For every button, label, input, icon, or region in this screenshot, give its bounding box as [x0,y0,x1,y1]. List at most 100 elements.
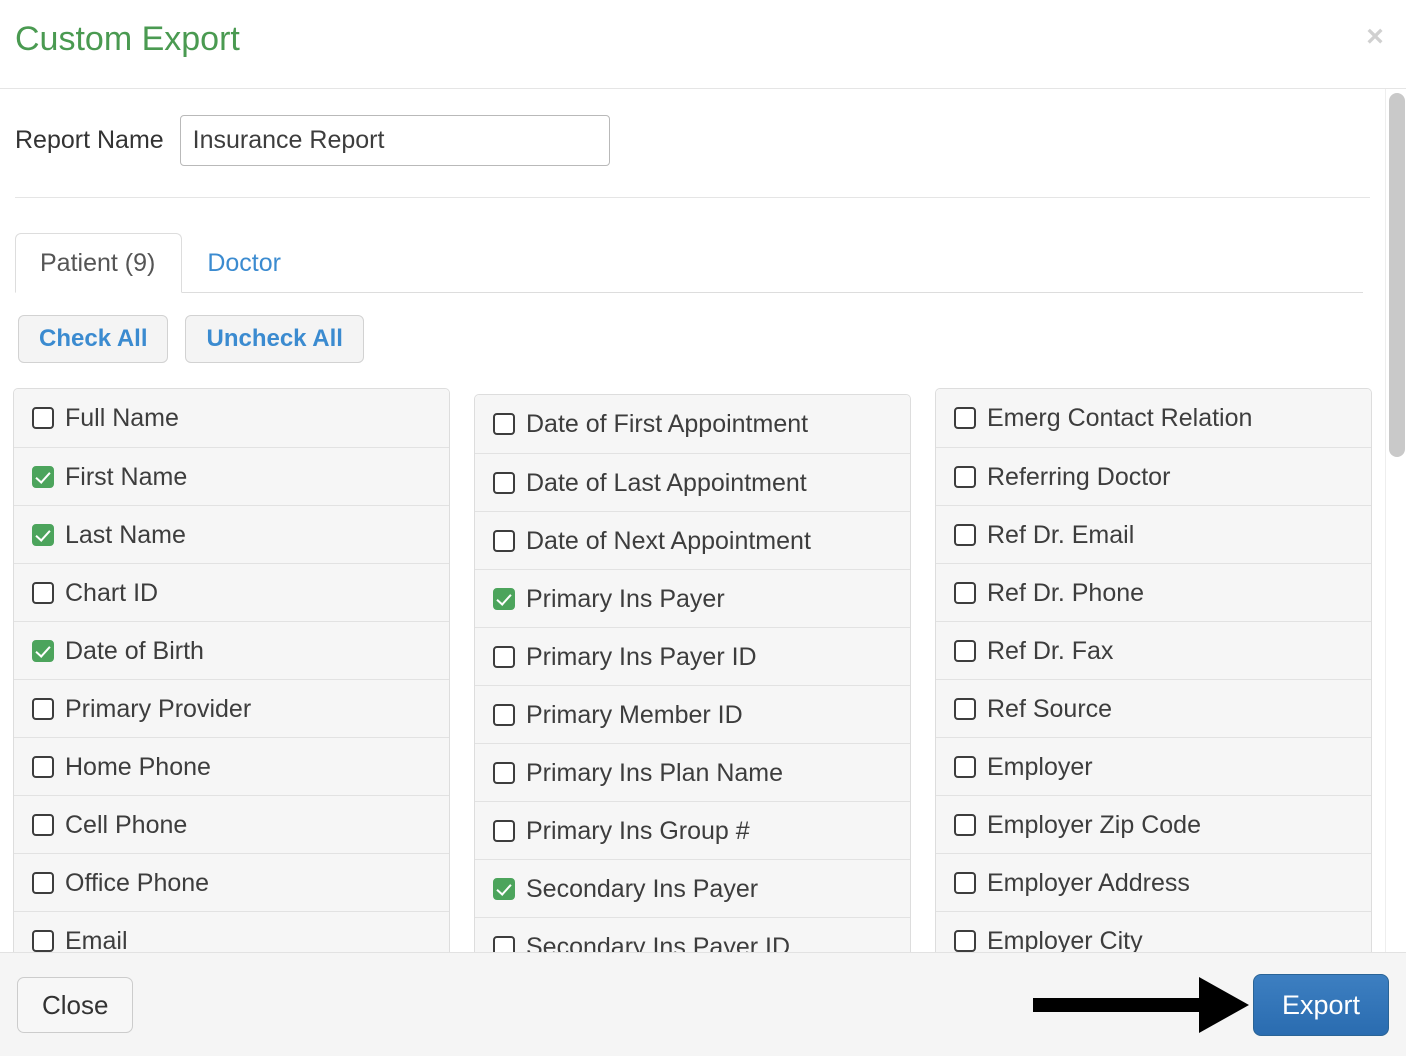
close-button[interactable]: Close [17,976,134,1033]
field-label: Secondary Ins Payer ID [526,932,791,953]
field-label: Secondary Ins Payer [526,874,759,903]
list-item[interactable]: Primary Ins Payer [475,569,910,627]
checkbox-icon[interactable] [493,645,515,668]
checkbox-icon[interactable] [493,761,515,784]
field-label: Employer Zip Code [987,810,1201,839]
field-list-1: Full Name First Name Last Name Chart ID … [13,388,450,952]
list-item[interactable]: Employer [936,737,1371,795]
field-column-3: Emerg Contact Relation Referring Doctor … [935,388,1372,952]
checkbox-icon[interactable] [32,871,54,894]
field-label: Ref Dr. Phone [987,578,1145,607]
list-item[interactable]: Cell Phone [14,795,449,853]
list-item[interactable]: Employer City [936,911,1371,952]
report-name-label: Report Name [15,126,164,154]
list-item[interactable]: Ref Dr. Email [936,505,1371,563]
tab-doctor[interactable]: Doctor [182,233,308,293]
list-item[interactable]: Ref Dr. Phone [936,563,1371,621]
checkbox-icon[interactable] [493,413,515,435]
checkbox-icon[interactable] [954,407,976,429]
checkbox-checked-icon[interactable] [32,523,54,546]
checkbox-icon[interactable] [32,581,54,604]
checkbox-icon[interactable] [493,471,515,494]
checkbox-icon[interactable] [32,697,54,720]
list-item[interactable]: Ref Source [936,679,1371,737]
checkbox-icon[interactable] [954,755,976,778]
checkbox-checked-icon[interactable] [493,877,515,900]
list-item[interactable]: Date of First Appointment [475,395,910,453]
list-item[interactable]: Primary Provider [14,679,449,737]
list-item[interactable]: Employer Address [936,853,1371,911]
checkbox-checked-icon[interactable] [493,587,515,610]
field-label: Primary Ins Group # [526,816,750,845]
checkbox-icon[interactable] [954,523,976,546]
list-item[interactable]: Primary Ins Payer ID [475,627,910,685]
arrow-annotation-icon [1032,976,1249,1033]
checkbox-icon[interactable] [32,755,54,778]
list-item[interactable]: Referring Doctor [936,447,1371,505]
field-label: Home Phone [65,752,211,781]
check-all-button[interactable]: Check All [18,315,169,363]
field-label: Date of Birth [65,636,204,665]
list-item[interactable]: Primary Ins Group # [475,801,910,859]
check-toggle-buttons: Check All Uncheck All [18,315,1385,363]
field-label: Primary Provider [65,694,252,723]
checkbox-icon[interactable] [493,935,515,952]
field-label: Ref Dr. Email [987,520,1135,549]
list-item[interactable]: Office Phone [14,853,449,911]
list-item[interactable]: Secondary Ins Payer [475,859,910,917]
close-icon[interactable]: × [1358,20,1392,54]
dialog-body: Report Name Patient (9) Doctor Check All… [0,89,1406,952]
checkbox-icon[interactable] [493,529,515,552]
checkbox-icon[interactable] [954,465,976,488]
checkbox-icon[interactable] [954,581,976,604]
export-button[interactable]: Export [1252,973,1389,1036]
field-label: Email [65,926,128,953]
checkbox-icon[interactable] [32,929,54,952]
checkbox-icon[interactable] [32,813,54,836]
uncheck-all-button[interactable]: Uncheck All [185,315,364,363]
checkbox-icon[interactable] [954,871,976,894]
checkbox-icon[interactable] [32,407,54,429]
scrollbar-thumb[interactable] [1389,93,1405,457]
vertical-scrollbar[interactable] [1385,89,1406,952]
list-item[interactable]: Last Name [14,505,449,563]
arrow-shaft [1032,997,1199,1012]
field-label: Ref Source [987,694,1113,723]
report-name-row: Report Name [0,89,1385,166]
checkbox-icon[interactable] [493,819,515,842]
list-item[interactable]: Email [14,911,449,952]
checkbox-icon[interactable] [954,639,976,662]
field-list-2: Date of First Appointment Date of Last A… [474,394,911,952]
field-label: Last Name [65,520,186,549]
field-column-2: Date of First Appointment Date of Last A… [474,394,911,952]
checkbox-icon[interactable] [954,697,976,720]
list-item[interactable]: Secondary Ins Payer ID [475,917,910,952]
list-item[interactable]: Date of Last Appointment [475,453,910,511]
list-item[interactable]: First Name [14,447,449,505]
field-list-3: Emerg Contact Relation Referring Doctor … [935,388,1372,952]
list-item[interactable]: Full Name [14,389,449,447]
list-item[interactable]: Chart ID [14,563,449,621]
list-item[interactable]: Date of Birth [14,621,449,679]
tab-bar: Patient (9) Doctor [15,225,1363,293]
list-item[interactable]: Primary Member ID [475,685,910,743]
field-label: Primary Ins Payer ID [526,642,757,671]
checkbox-icon[interactable] [954,929,976,952]
report-name-input[interactable] [179,115,610,166]
list-item[interactable]: Date of Next Appointment [475,511,910,569]
field-label: Emerg Contact Relation [987,404,1253,432]
field-label: Employer [987,752,1093,781]
list-item[interactable]: Emerg Contact Relation [936,389,1371,447]
field-label: First Name [65,462,188,491]
field-label: Primary Ins Plan Name [526,758,784,787]
checkbox-icon[interactable] [493,703,515,726]
list-item[interactable]: Home Phone [14,737,449,795]
checkbox-checked-icon[interactable] [32,465,54,488]
list-item[interactable]: Employer Zip Code [936,795,1371,853]
checkbox-checked-icon[interactable] [32,639,54,662]
list-item[interactable]: Ref Dr. Fax [936,621,1371,679]
list-item[interactable]: Primary Ins Plan Name [475,743,910,801]
tab-patient[interactable]: Patient (9) [15,233,183,293]
checkbox-icon[interactable] [954,813,976,836]
field-label: Primary Ins Payer [526,584,725,613]
